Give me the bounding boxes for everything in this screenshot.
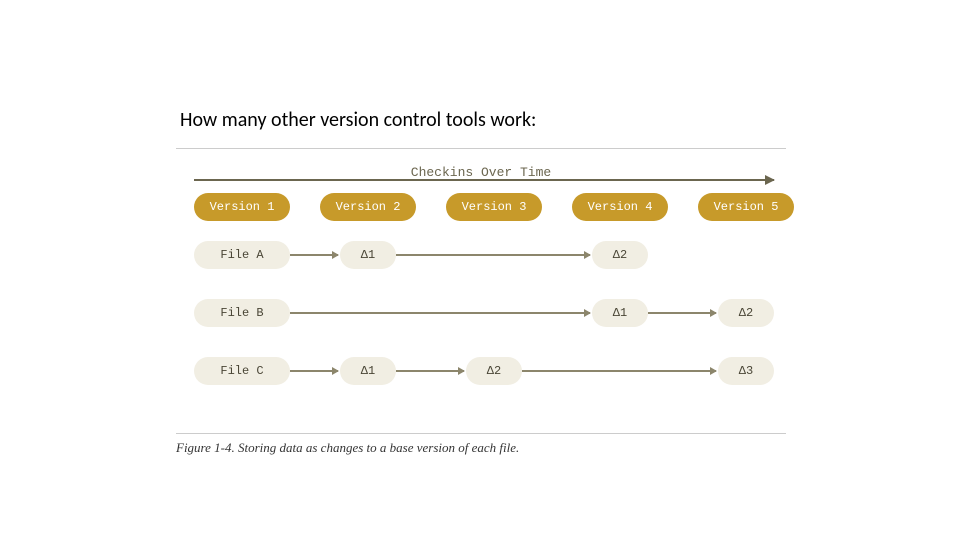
file-a-pill: File A (194, 241, 290, 269)
file-b-delta-1: Δ1 (592, 299, 648, 327)
arrow-icon (290, 254, 338, 256)
version-pill-4: Version 4 (572, 193, 668, 221)
file-a-delta-1: Δ1 (340, 241, 396, 269)
arrow-icon (396, 254, 590, 256)
file-c-delta-2: Δ2 (466, 357, 522, 385)
file-c-pill: File C (194, 357, 290, 385)
file-a-delta-2: Δ2 (592, 241, 648, 269)
file-a-row: File A Δ1 Δ2 (176, 241, 786, 299)
timeline-arrow-icon (194, 179, 774, 181)
version-pill-5: Version 5 (698, 193, 794, 221)
diagram-figure: Checkins Over Time Version 1 Version 2 V… (176, 148, 786, 149)
file-c-delta-1: Δ1 (340, 357, 396, 385)
version-pill-2: Version 2 (320, 193, 416, 221)
arrow-icon (648, 312, 716, 314)
version-pill-1: Version 1 (194, 193, 290, 221)
file-c-row: File C Δ1 Δ2 Δ3 (176, 357, 786, 415)
file-c-delta-3: Δ3 (718, 357, 774, 385)
diagram-grid: Version 1 Version 2 Version 3 Version 4 … (176, 193, 786, 415)
figure-caption: Figure 1-4. Storing data as changes to a… (176, 440, 786, 456)
file-b-pill: File B (194, 299, 290, 327)
version-row: Version 1 Version 2 Version 3 Version 4 … (176, 193, 786, 241)
timeline-label: Checkins Over Time (176, 165, 786, 180)
figure-caption-wrap: Figure 1-4. Storing data as changes to a… (176, 433, 786, 456)
slide-title: How many other version control tools wor… (180, 108, 536, 132)
file-b-row: File B Δ1 Δ2 (176, 299, 786, 357)
file-b-delta-2: Δ2 (718, 299, 774, 327)
version-pill-3: Version 3 (446, 193, 542, 221)
arrow-icon (290, 312, 590, 314)
arrow-icon (290, 370, 338, 372)
arrow-icon (522, 370, 716, 372)
arrow-icon (396, 370, 464, 372)
